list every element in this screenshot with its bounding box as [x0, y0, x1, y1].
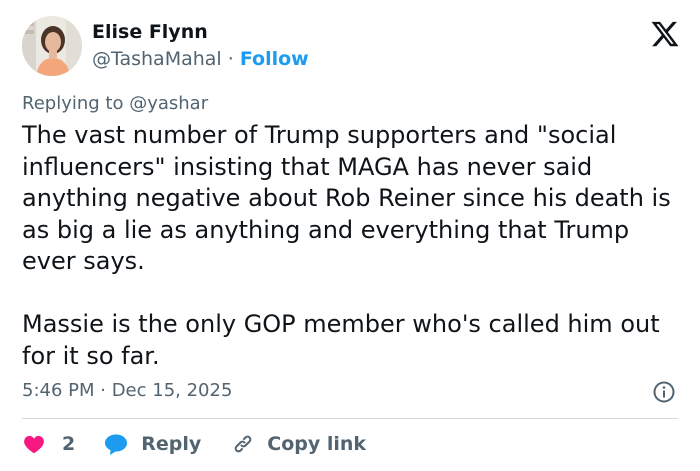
- author-display-name[interactable]: Elise Flynn: [92, 20, 309, 44]
- reply-context: Replying to @yashar: [22, 92, 208, 116]
- like-count: 2: [62, 433, 76, 455]
- x-logo-icon[interactable]: [650, 19, 680, 49]
- avatar[interactable]: [22, 16, 82, 76]
- link-icon: [234, 435, 252, 453]
- author-handle-line: @TashaMahal · Follow: [92, 47, 309, 71]
- avatar-photo: [22, 16, 82, 76]
- handle-separator: ·: [221, 48, 240, 70]
- reply-label: Reply: [141, 433, 202, 455]
- action-bar: 2 Reply Copy link: [22, 429, 366, 459]
- copy-link-button[interactable]: Copy link: [231, 432, 366, 456]
- reply-context-prefix: Replying to: [22, 93, 130, 114]
- copy-link-label: Copy link: [267, 433, 367, 455]
- tweet-header: Elise Flynn @TashaMahal · Follow: [22, 16, 682, 78]
- author-block: Elise Flynn @TashaMahal · Follow: [92, 20, 309, 71]
- reply-button[interactable]: Reply: [103, 432, 201, 456]
- tweet-paragraph-1: The vast number of Trump supporters and …: [22, 121, 671, 275]
- tweet-timestamp[interactable]: 5:46 PM · Dec 15, 2025: [22, 379, 232, 403]
- info-icon[interactable]: [652, 380, 676, 404]
- divider: [22, 418, 678, 419]
- heart-icon: [24, 435, 44, 454]
- tweet-card: Elise Flynn @TashaMahal · Follow Replyin…: [0, 0, 700, 471]
- tweet-text: The vast number of Trump supporters and …: [22, 120, 678, 372]
- author-handle[interactable]: @TashaMahal: [92, 48, 222, 70]
- follow-button[interactable]: Follow: [240, 48, 309, 70]
- like-button[interactable]: 2: [22, 432, 75, 456]
- speech-bubble-icon: [105, 434, 128, 455]
- tweet-paragraph-2: Massie is the only GOP member who's call…: [22, 310, 660, 370]
- reply-mention-link[interactable]: @yashar: [129, 93, 208, 114]
